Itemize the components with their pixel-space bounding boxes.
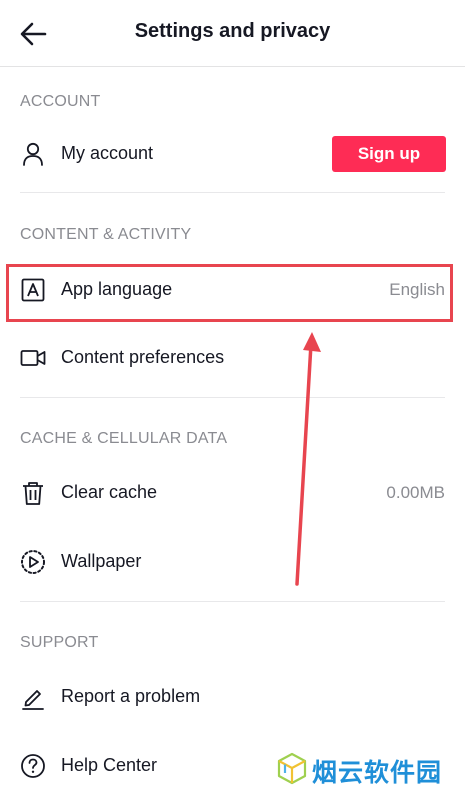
trash-icon — [19, 479, 47, 507]
divider — [20, 397, 445, 398]
section-header-support: SUPPORT — [20, 634, 99, 651]
section-header-account: ACCOUNT — [20, 93, 101, 110]
report-problem-label: Report a problem — [61, 686, 201, 706]
my-account-label: My account — [61, 143, 154, 163]
pencil-icon — [19, 683, 47, 711]
clear-cache-row[interactable]: Clear cache 0.00MB — [0, 465, 465, 521]
sign-up-button[interactable]: Sign up — [332, 136, 446, 172]
cache-size-value: 0.00MB — [386, 483, 445, 502]
help-center-label: Help Center — [61, 755, 158, 775]
page-title: Settings and privacy — [134, 20, 331, 42]
section-header-cache: CACHE & CELLULAR DATA — [20, 430, 228, 447]
clear-cache-label: Clear cache — [61, 482, 158, 502]
wallpaper-row[interactable]: Wallpaper — [0, 534, 465, 590]
watermark-text: 烟云软件园 — [312, 758, 443, 787]
report-problem-row[interactable]: Report a problem — [0, 669, 465, 725]
content-preferences-label: Content preferences — [61, 347, 225, 367]
annotation-arrow-icon — [295, 332, 321, 586]
content-preferences-row[interactable]: Content preferences — [0, 330, 465, 386]
wallpaper-label: Wallpaper — [61, 551, 142, 571]
help-question-icon — [19, 752, 47, 780]
divider — [20, 601, 445, 602]
watermark: 烟云软件园 — [276, 750, 461, 790]
wallpaper-play-icon — [19, 548, 47, 576]
person-icon — [19, 140, 47, 168]
divider — [20, 192, 445, 193]
watermark-logo-icon — [277, 752, 307, 785]
annotation-highlight-box — [6, 264, 453, 322]
video-camera-icon — [19, 344, 47, 372]
section-header-content-activity: CONTENT & ACTIVITY — [20, 226, 192, 243]
top-bar: Settings and privacy — [0, 0, 465, 67]
